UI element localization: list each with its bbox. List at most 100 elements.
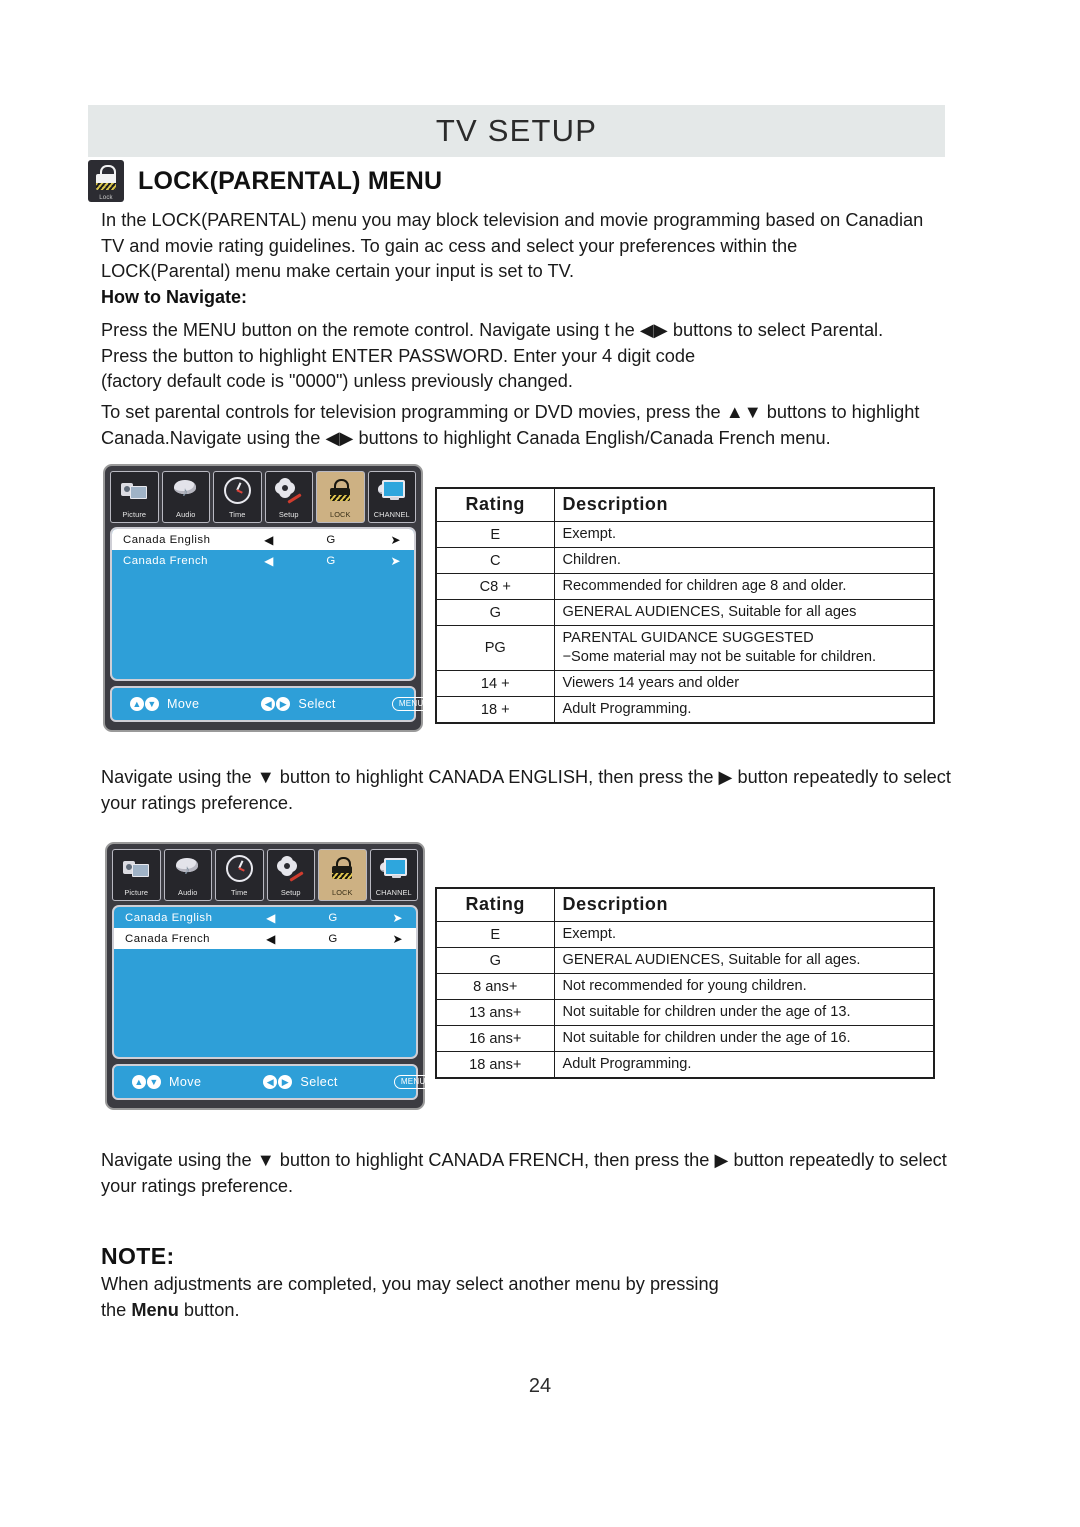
cell-rating: G [435, 947, 555, 974]
osd-menu-english: Picture ♪ Audio Time Setup LOCK CHANNEL … [103, 464, 461, 732]
table-row: E Exempt. [435, 921, 935, 948]
column-header-description: Description [553, 487, 935, 522]
clock-icon [214, 475, 261, 505]
osd-hint-label: Move [167, 697, 200, 711]
updown-arrows-icon: ▲ ▼ [130, 697, 159, 711]
osd-option-panel: Canada English ◀ G ➤ Canada French ◀ G ➤ [112, 905, 418, 1059]
set-controls-paragraph: To set parental controls for television … [101, 402, 920, 448]
camcorder-icon [113, 853, 160, 883]
canada-french-ratings-table: Rating Description E Exempt. G GENERAL A… [435, 887, 935, 1079]
osd-row-label: Canada English [125, 911, 213, 924]
osd-hint-select: ◀ ▶ Select [261, 697, 335, 711]
osd-hint-move: ▲ ▼ Move [130, 697, 199, 711]
osd-row-value: G [328, 932, 338, 945]
gear-screwdriver-icon [266, 475, 313, 505]
cell-rating: E [435, 521, 555, 548]
osd-tab-channel[interactable]: CHANNEL [369, 849, 418, 901]
chevron-right-icon[interactable]: ➤ [369, 911, 407, 925]
osd-tab-label: Picture [122, 510, 147, 519]
osd-tab-picture[interactable]: Picture [110, 471, 159, 523]
table-header-row: Rating Description [435, 487, 935, 522]
page-number: 24 [528, 1375, 552, 1397]
osd-row-value: G [328, 911, 338, 924]
cell-description: Adult Programming. [553, 696, 935, 724]
chevron-right-icon[interactable]: ➤ [369, 932, 407, 946]
chevron-right-icon[interactable]: ➤ [367, 554, 405, 568]
table-row: C8 + Recommended for children age 8 and … [435, 573, 935, 600]
column-header-rating: Rating [435, 487, 555, 522]
cell-rating: 14 + [435, 670, 555, 697]
chevron-left-icon[interactable]: ◀ [245, 932, 297, 946]
osd-tab-setup[interactable]: Setup [266, 849, 315, 901]
camcorder-icon [111, 475, 158, 505]
table-row: 18 + Adult Programming. [435, 696, 935, 724]
osd-row-value: G [326, 554, 336, 567]
note-menu-emphasis: Menu [131, 1299, 179, 1320]
leftright-arrows-icon: ◀ ▶ [261, 697, 291, 711]
audio-dish-icon: ♪ [165, 853, 212, 883]
osd-tab-picture[interactable]: Picture [112, 849, 161, 901]
page-header-band: TV SETUP [88, 105, 945, 157]
osd-row-canada-french[interactable]: Canada French ◀ G ➤ [112, 550, 414, 571]
osd-tab-label: CHANNEL [375, 888, 412, 897]
cell-rating: E [435, 921, 555, 948]
section-heading: Lock LOCK(PARENTAL) MENU [88, 160, 442, 202]
cell-description: Viewers 14 years and older [553, 670, 935, 697]
osd-tab-lock[interactable]: LOCK [318, 849, 367, 901]
cell-description: Children. [553, 547, 935, 574]
osd-tab-label: Picture [124, 888, 149, 897]
cell-description: Adult Programming. [553, 1051, 935, 1079]
cell-description: Exempt. [553, 921, 935, 948]
osd-footer-hints: ▲▼ Move ◀▶ Select MENU Exit [110, 686, 461, 722]
osd-hint-select: ◀ ▶ Select [263, 1075, 337, 1089]
osd-hint-move: ▲ ▼ Move [132, 1075, 201, 1089]
note-line2-prefix: the [101, 1299, 132, 1320]
osd-row-canada-english[interactable]: Canada English ◀ G ➤ [112, 529, 414, 550]
table-row: 18 ans+ Adult Programming. [435, 1051, 935, 1079]
clock-icon [216, 853, 263, 883]
navigate-paragraph: Press the MENU button on the remote cont… [101, 320, 884, 391]
note-heading: NOTE: [101, 1243, 175, 1269]
chevron-left-icon[interactable]: ◀ [243, 533, 295, 547]
osd-tab-label: Audio [176, 510, 196, 519]
leftright-arrows-icon: ◀ ▶ [263, 1075, 293, 1089]
osd-row-canada-english[interactable]: Canada English ◀ G ➤ [114, 907, 416, 928]
osd-tab-time[interactable]: Time [215, 849, 264, 901]
canada-english-ratings-table: Rating Description E Exempt. C Children.… [435, 487, 935, 724]
osd-option-panel: Canada English ◀ G ➤ Canada French ◀ G ➤ [110, 527, 416, 681]
how-to-navigate-label: How to Navigate: [101, 287, 248, 307]
osd-row-value: G [326, 533, 336, 546]
osd-tab-setup[interactable]: Setup [264, 471, 313, 523]
osd-row-canada-french[interactable]: Canada French ◀ G ➤ [114, 928, 416, 949]
osd-tab-label: Setup [278, 510, 299, 519]
osd-tab-audio[interactable]: ♪ Audio [163, 849, 212, 901]
osd-tab-channel[interactable]: CHANNEL [367, 471, 416, 523]
table-row: 13 ans+ Not suitable for children under … [435, 999, 935, 1026]
cell-description-line1: PARENTAL GUIDANCE SUGGESTED [562, 630, 814, 646]
english-instruction-paragraph: Navigate using the ▼ button to highlight… [101, 767, 951, 813]
osd-tab-time[interactable]: Time [213, 471, 262, 523]
cell-description: Not recommended for young children. [553, 973, 935, 1000]
padlock-caption: Lock [99, 195, 113, 201]
cell-rating: C [435, 547, 555, 574]
cell-rating: 16 ans+ [435, 1025, 555, 1052]
table-row: E Exempt. [435, 521, 935, 548]
table-row: G GENERAL AUDIENCES, Suitable for all ag… [435, 947, 935, 974]
osd-tab-audio[interactable]: ♪ Audio [161, 471, 210, 523]
chevron-right-icon[interactable]: ➤ [367, 533, 405, 547]
cell-description: Not suitable for children under the age … [553, 999, 935, 1026]
chevron-left-icon[interactable]: ◀ [245, 911, 297, 925]
osd-tab-lock[interactable]: LOCK [316, 471, 365, 523]
cell-description: Not suitable for children under the age … [553, 1025, 935, 1052]
menu-key-icon: MENU [391, 697, 431, 711]
table-header-row: Rating Description [435, 887, 935, 922]
osd-tab-label: Audio [178, 888, 198, 897]
osd-row-label: Canada French [125, 932, 211, 945]
osd-tab-label: LOCK [329, 510, 351, 519]
cell-description: GENERAL AUDIENCES, Suitable for all ages [553, 599, 935, 626]
cell-rating: 18 + [435, 696, 555, 724]
column-header-description: Description [553, 887, 935, 922]
osd-tab-label: Time [230, 888, 248, 897]
chevron-left-icon[interactable]: ◀ [243, 554, 295, 568]
cell-description: Recommended for children age 8 and older… [553, 573, 935, 600]
